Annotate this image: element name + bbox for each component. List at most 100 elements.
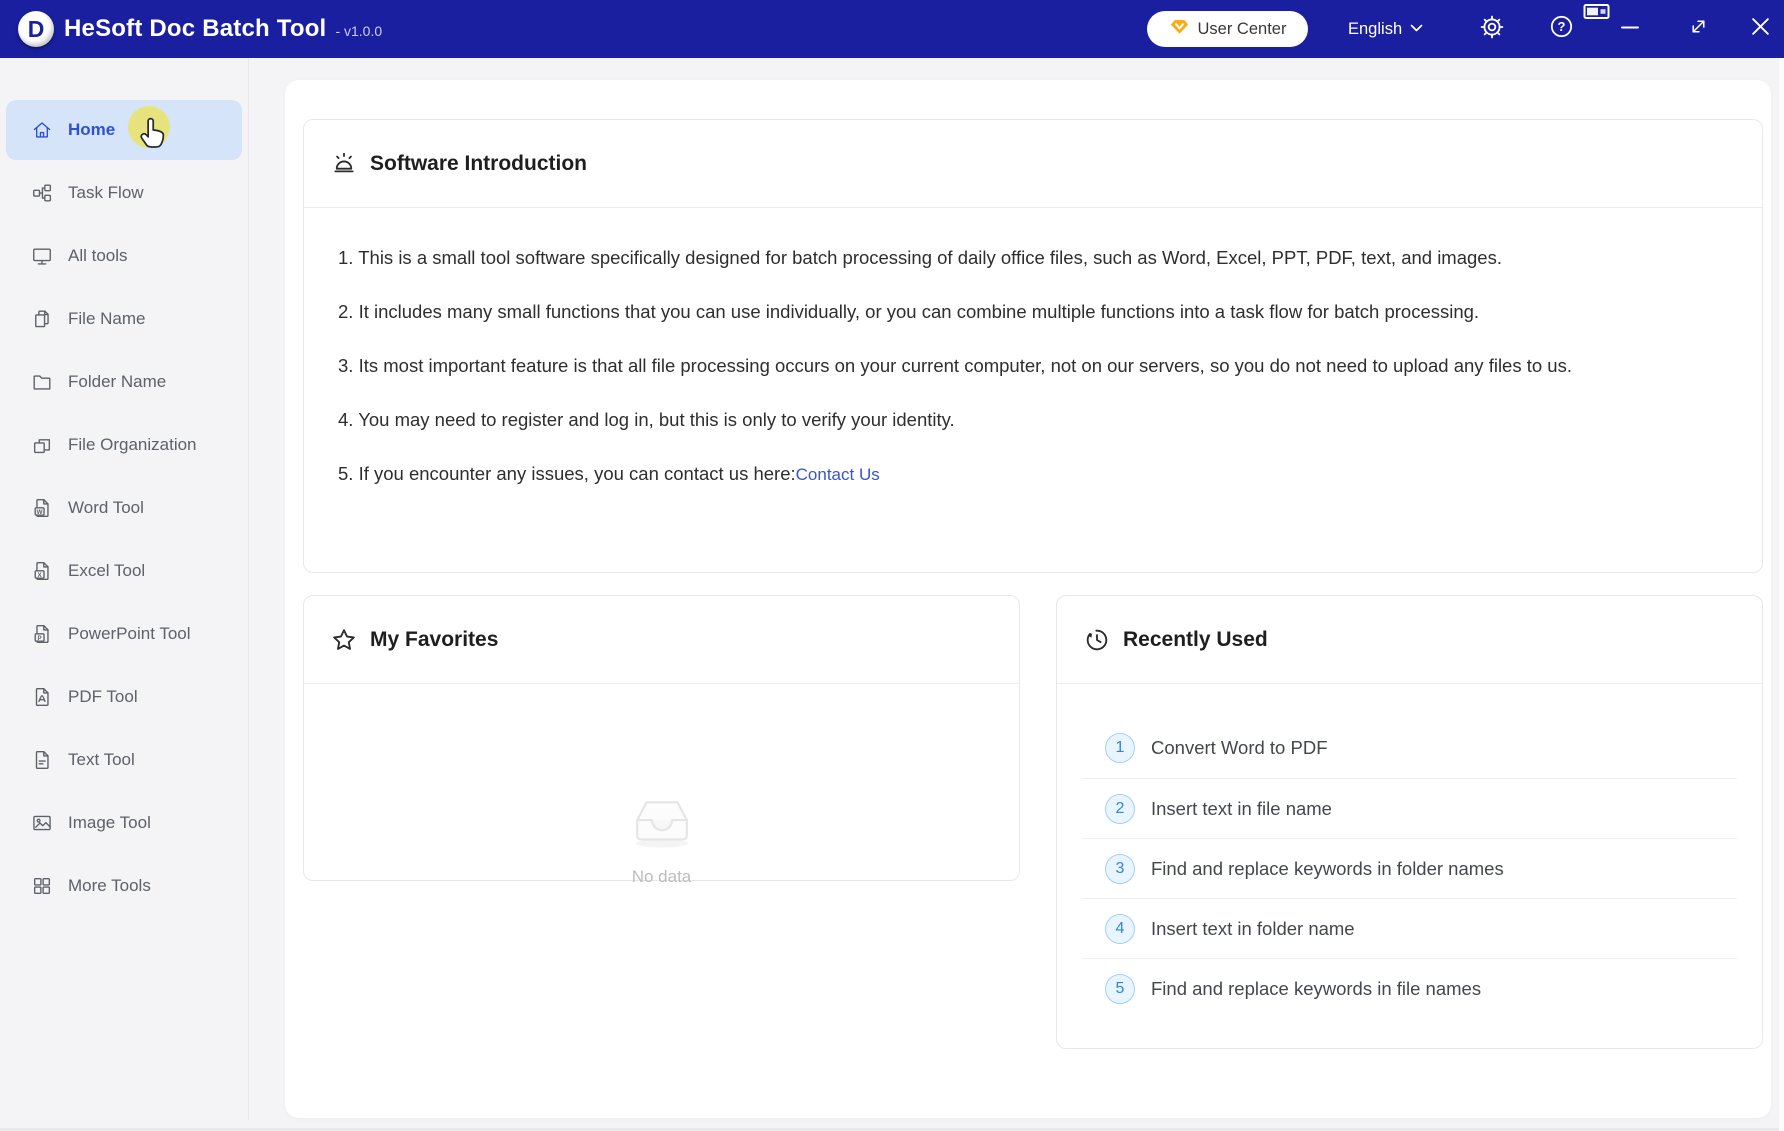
my-favorites-card: My Favorites No data: [303, 595, 1020, 881]
recent-item-label: Insert text in folder name: [1151, 918, 1355, 940]
file-copy-icon: [31, 308, 53, 330]
sidebar-item-folder-name[interactable]: Folder Name: [6, 352, 242, 412]
recent-item-label: Find and replace keywords in file names: [1151, 978, 1481, 1000]
sidebar-item-label: File Organization: [68, 435, 197, 455]
language-dropdown[interactable]: English: [1348, 0, 1423, 58]
recent-item-find-replace-file-keywords[interactable]: 5 Find and replace keywords in file name…: [1082, 958, 1737, 1018]
sidebar-item-label: Word Tool: [68, 498, 144, 518]
recent-rank-badge: 4: [1105, 914, 1135, 944]
sidebar-item-label: PowerPoint Tool: [68, 624, 191, 644]
user-center-button[interactable]: User Center: [1147, 11, 1308, 47]
home-icon: [31, 119, 53, 141]
card-title: My Favorites: [370, 628, 498, 652]
sidebar-item-label: Excel Tool: [68, 561, 145, 581]
card-title: Recently Used: [1123, 628, 1268, 652]
folder-icon: [31, 371, 53, 393]
title-bar: D HeSoft Doc Batch Tool - v1.0.0 User Ce…: [0, 0, 1784, 58]
flow-icon: [31, 182, 53, 204]
recent-rank-badge: 1: [1105, 733, 1135, 763]
close-icon: [1750, 16, 1771, 42]
sidebar-item-more-tools[interactable]: More Tools: [6, 856, 242, 916]
intro-point: 1. This is a small tool software specifi…: [338, 242, 1735, 274]
svg-text:?: ?: [1557, 19, 1565, 34]
maximize-restore-button[interactable]: [1680, 0, 1716, 58]
sidebar-item-image-tool[interactable]: Image Tool: [6, 793, 242, 853]
recent-rank-badge: 2: [1105, 794, 1135, 824]
sidebar-item-file-name[interactable]: File Name: [6, 289, 242, 349]
gear-icon: [1479, 14, 1505, 45]
sidebar-item-label: Text Tool: [68, 750, 135, 770]
sidebar-item-task-flow[interactable]: Task Flow: [6, 163, 242, 223]
star-icon: [331, 627, 357, 653]
ime-tray-icon: [1583, 3, 1611, 21]
recent-item-insert-text-in-folder-name[interactable]: 4 Insert text in folder name: [1082, 898, 1737, 958]
my-favorites-header: My Favorites: [304, 596, 1019, 684]
sidebar-item-label: File Name: [68, 309, 145, 329]
history-clock-icon: [1084, 627, 1110, 653]
user-center-label: User Center: [1198, 20, 1287, 39]
empty-inbox-icon: [624, 835, 700, 852]
sidebar-item-home[interactable]: Home: [6, 100, 242, 160]
sidebar-item-all-tools[interactable]: All tools: [6, 226, 242, 286]
sidebar-item-label: All tools: [68, 246, 128, 266]
monitor-icon: [31, 245, 53, 267]
intro-point: 3. Its most important feature is that al…: [338, 350, 1735, 382]
help-button[interactable]: ?: [1543, 0, 1579, 58]
intro-point: 2. It includes many small functions that…: [338, 296, 1735, 328]
app-title-text: HeSoft Doc Batch Tool: [64, 0, 326, 58]
app-version: - v1.0.0: [335, 2, 382, 60]
grid-icon: [31, 875, 53, 897]
no-data-text: No data: [304, 867, 1019, 887]
image-icon: [31, 812, 53, 834]
sidebar: Home Task Flow All tools File Na: [0, 58, 249, 1120]
excel-doc-icon: X: [31, 560, 53, 582]
settings-button[interactable]: [1474, 0, 1510, 58]
word-doc-icon: W: [31, 497, 53, 519]
close-button[interactable]: [1742, 0, 1778, 58]
sidebar-item-label: More Tools: [68, 876, 151, 896]
minimize-icon: [1620, 17, 1640, 42]
sidebar-item-word-tool[interactable]: W Word Tool: [6, 478, 242, 538]
sidebar-item-label: PDF Tool: [68, 687, 138, 707]
intro-point-contact: 5. If you encounter any issues, you can …: [338, 458, 1735, 491]
sidebar-item-pdf-tool[interactable]: PDF Tool: [6, 667, 242, 727]
intro-point: 4. You may need to register and log in, …: [338, 404, 1735, 436]
vip-gem-icon: [1169, 16, 1190, 42]
recently-used-card: Recently Used 1 Convert Word to PDF 2 In…: [1056, 595, 1763, 1049]
recent-rank-badge: 5: [1105, 974, 1135, 1004]
chevron-down-icon: [1410, 20, 1423, 38]
recent-item-convert-word-to-pdf[interactable]: 1 Convert Word to PDF: [1082, 718, 1737, 778]
svg-text:W: W: [37, 509, 43, 516]
software-introduction-header: Software Introduction: [304, 120, 1762, 208]
help-icon: ?: [1549, 14, 1574, 44]
recent-item-insert-text-in-file-name[interactable]: 2 Insert text in file name: [1082, 778, 1737, 838]
organize-icon: [31, 434, 53, 456]
alarm-icon: [331, 151, 357, 177]
intro-point: 5. If you encounter any issues, you can …: [338, 463, 796, 484]
recent-item-find-replace-folder-keywords[interactable]: 3 Find and replace keywords in folder na…: [1082, 838, 1737, 898]
sidebar-item-file-organization[interactable]: File Organization: [6, 415, 242, 475]
app-logo-letter: D: [28, 18, 45, 41]
sidebar-item-excel-tool[interactable]: X Excel Tool: [6, 541, 242, 601]
contact-us-link[interactable]: Contact Us: [796, 465, 880, 484]
ppt-doc-icon: P: [31, 623, 53, 645]
minimize-button[interactable]: [1612, 0, 1648, 58]
software-introduction-card: Software Introduction 1. This is a small…: [303, 119, 1763, 573]
sidebar-item-powerpoint-tool[interactable]: P PowerPoint Tool: [6, 604, 242, 664]
recently-used-header: Recently Used: [1057, 596, 1762, 684]
recent-item-label: Find and replace keywords in folder name…: [1151, 858, 1504, 880]
card-title: Software Introduction: [370, 152, 587, 176]
resize-icon: [1688, 16, 1709, 42]
sidebar-item-text-tool[interactable]: Text Tool: [6, 730, 242, 790]
recent-item-label: Insert text in file name: [1151, 798, 1332, 820]
software-introduction-body: 1. This is a small tool software specifi…: [304, 208, 1762, 491]
recent-rank-badge: 3: [1105, 854, 1135, 884]
sidebar-item-label: Home: [68, 120, 115, 140]
main-content-panel: Software Introduction 1. This is a small…: [285, 80, 1771, 1118]
app-title: HeSoft Doc Batch Tool - v1.0.0: [64, 0, 382, 58]
window-right-edge: [1779, 58, 1784, 1131]
app-logo: D: [18, 11, 54, 47]
recent-item-label: Convert Word to PDF: [1151, 737, 1328, 759]
sidebar-item-label: Image Tool: [68, 813, 151, 833]
favorites-empty-state: No data: [304, 786, 1019, 887]
